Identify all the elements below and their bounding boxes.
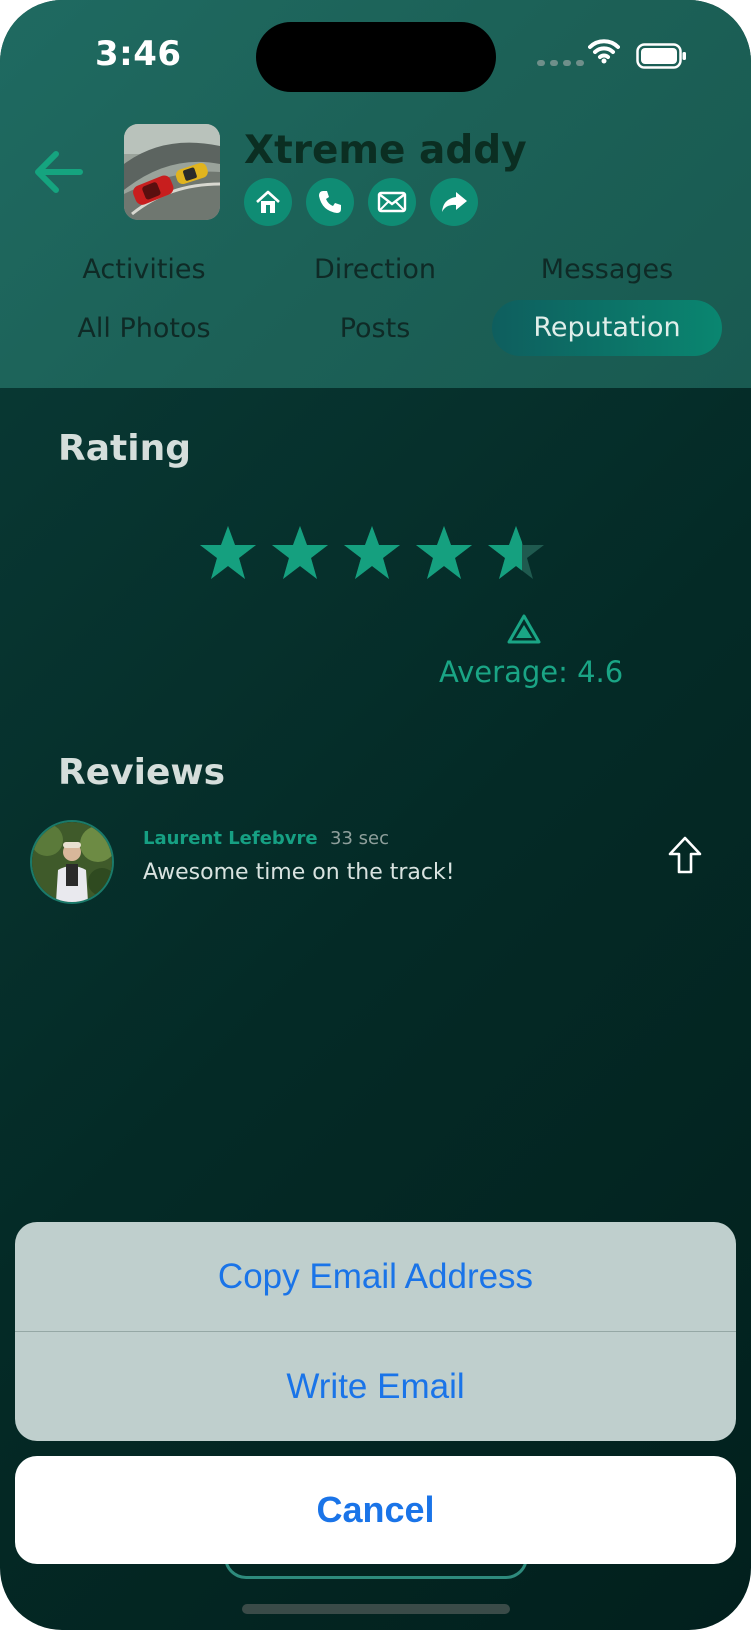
venue-actions bbox=[244, 178, 478, 226]
email-action-sheet: Copy Email Address Write Email bbox=[15, 1222, 736, 1441]
review-author[interactable]: Laurent Lefebvre bbox=[143, 828, 318, 849]
home-icon bbox=[256, 190, 280, 213]
race-cars-image bbox=[124, 124, 220, 220]
venue-thumbnail bbox=[124, 124, 220, 220]
tab-all-photos[interactable]: All Photos bbox=[29, 301, 259, 357]
write-email-button[interactable]: Write Email bbox=[15, 1332, 736, 1441]
home-button[interactable] bbox=[244, 178, 292, 226]
avatar bbox=[30, 820, 114, 904]
home-indicator bbox=[242, 1604, 510, 1614]
venue-header: 3:46 Xtreme addy Activities Direction Me… bbox=[0, 0, 751, 388]
review-text: Awesome time on the track! bbox=[143, 860, 455, 885]
dynamic-island bbox=[256, 22, 496, 92]
tab-reputation[interactable]: Reputation bbox=[492, 300, 722, 356]
star-icon bbox=[272, 526, 328, 579]
upload-share-icon[interactable] bbox=[667, 835, 703, 875]
phone-icon bbox=[319, 191, 341, 213]
email-button[interactable] bbox=[368, 178, 416, 226]
cancel-button[interactable]: Cancel bbox=[15, 1456, 736, 1564]
tab-posts[interactable]: Posts bbox=[260, 301, 490, 357]
share-icon bbox=[442, 192, 467, 212]
star-rating bbox=[198, 524, 546, 582]
star-icon bbox=[344, 526, 400, 579]
wifi-icon bbox=[588, 39, 620, 64]
tab-activities[interactable]: Activities bbox=[29, 242, 259, 298]
review-timestamp: 33 sec bbox=[330, 828, 389, 849]
arrow-left-icon bbox=[35, 151, 83, 193]
share-button[interactable] bbox=[430, 178, 478, 226]
star-icon bbox=[200, 526, 256, 579]
venue-title: Xtreme addy bbox=[244, 128, 527, 173]
cellular-signal-icon bbox=[537, 60, 584, 66]
phone-screen: 3:46 Xtreme addy Activities Direction Me… bbox=[0, 0, 751, 1630]
tab-messages[interactable]: Messages bbox=[492, 242, 722, 298]
tab-direction[interactable]: Direction bbox=[260, 242, 490, 298]
battery-icon bbox=[636, 43, 686, 69]
copy-email-button[interactable]: Copy Email Address bbox=[15, 1222, 736, 1331]
mail-icon bbox=[377, 191, 407, 213]
status-time: 3:46 bbox=[95, 34, 182, 74]
reviews-heading: Reviews bbox=[58, 752, 226, 793]
star-icon bbox=[416, 526, 472, 579]
rating-heading: Rating bbox=[58, 428, 191, 469]
average-rating: Average: 4.6 bbox=[439, 655, 624, 689]
call-button[interactable] bbox=[306, 178, 354, 226]
star-icon bbox=[488, 526, 544, 579]
triangle-alert-icon bbox=[507, 614, 541, 644]
reviewer-photo bbox=[32, 822, 112, 902]
back-button[interactable] bbox=[30, 148, 86, 196]
